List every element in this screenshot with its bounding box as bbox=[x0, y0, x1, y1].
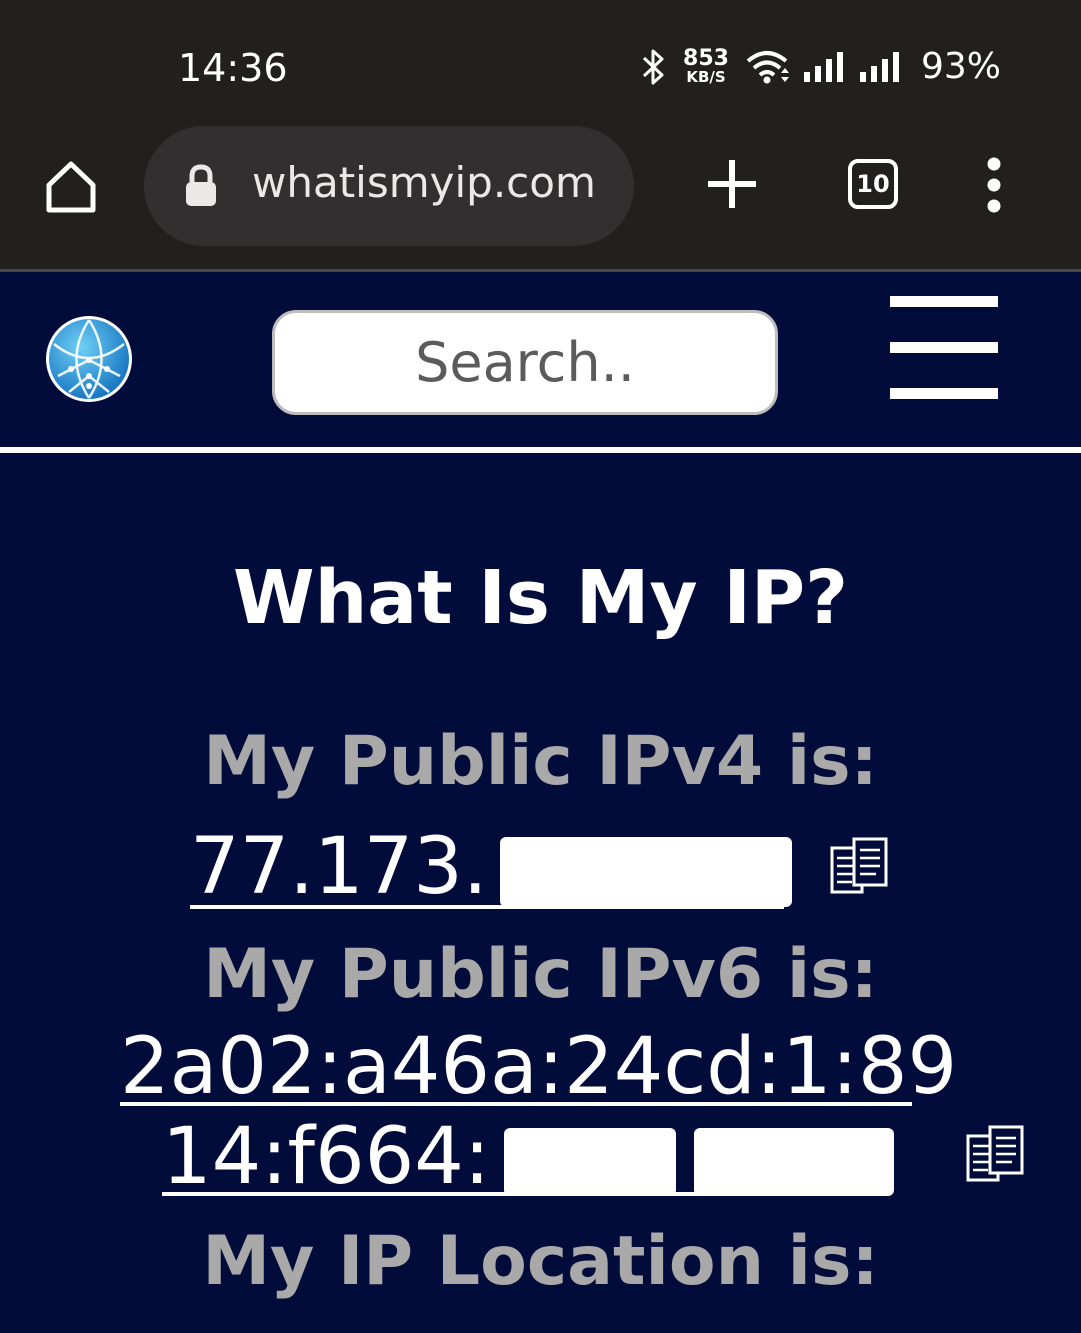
ipv6-address-line2: 14:f664: bbox=[162, 1112, 491, 1202]
address-bar[interactable]: whatismyip.com bbox=[144, 126, 634, 246]
ipv4-label: My Public IPv4 is: bbox=[203, 722, 878, 801]
link-underline bbox=[120, 1102, 912, 1106]
browser-toolbar: whatismyip.com 10 bbox=[0, 126, 1081, 270]
hamburger-line bbox=[890, 296, 998, 307]
search-input[interactable] bbox=[272, 310, 778, 415]
wifi-icon bbox=[746, 50, 789, 83]
signal-icon bbox=[803, 51, 843, 82]
ip-location-label: My IP Location is: bbox=[202, 1222, 879, 1301]
home-button[interactable] bbox=[38, 154, 104, 220]
ipv6-address-line1: 2a02:a46a:24cd:1:89 bbox=[120, 1022, 958, 1112]
hamburger-line bbox=[890, 388, 998, 399]
speed-unit: KB/S bbox=[686, 68, 726, 86]
status-icons: 853 KB/S 93% bbox=[641, 46, 1001, 87]
ipv6-address-link-continued[interactable]: 14:f664: bbox=[162, 1112, 895, 1202]
status-bar: 14:36 853 KB/S 93% bbox=[0, 0, 1081, 130]
page-title: What Is My IP? bbox=[232, 555, 849, 641]
bluetooth-icon bbox=[643, 49, 664, 84]
tabs-button[interactable]: 10 bbox=[848, 159, 898, 209]
redacted-block bbox=[504, 1127, 677, 1196]
link-underline bbox=[162, 1192, 873, 1196]
copy-icon[interactable] bbox=[830, 836, 890, 896]
copy-icon[interactable] bbox=[966, 1124, 1026, 1184]
hamburger-line bbox=[890, 342, 998, 353]
ipv6-label: My Public IPv6 is: bbox=[203, 935, 878, 1014]
redacted-block bbox=[694, 1127, 895, 1196]
ipv6-address-link[interactable]: 2a02:a46a:24cd:1:89 bbox=[120, 1022, 957, 1112]
globe-logo-icon[interactable] bbox=[44, 314, 134, 404]
more-vert-icon bbox=[987, 157, 1001, 213]
redacted-block bbox=[499, 836, 792, 907]
signal-icon bbox=[859, 51, 899, 82]
header-divider bbox=[0, 447, 1081, 453]
site-header bbox=[0, 272, 1081, 447]
hamburger-menu-icon[interactable] bbox=[890, 296, 998, 400]
ipv4-address-text: 77.173. bbox=[190, 822, 488, 912]
browser-menu-button[interactable] bbox=[974, 150, 1014, 220]
ipv4-address-link[interactable]: 77.173. bbox=[190, 822, 792, 912]
new-tab-button[interactable] bbox=[700, 152, 764, 216]
plus-icon bbox=[708, 160, 756, 208]
home-icon bbox=[46, 161, 96, 213]
url-text: whatismyip.com bbox=[252, 158, 596, 207]
speed-value: 853 bbox=[683, 46, 729, 71]
network-speed: 853 KB/S bbox=[683, 48, 729, 85]
link-underline bbox=[190, 905, 784, 909]
status-time: 14:36 bbox=[178, 46, 288, 90]
battery-percentage: 93% bbox=[920, 46, 1001, 87]
tab-count: 10 bbox=[856, 170, 890, 198]
lock-icon bbox=[186, 164, 216, 206]
